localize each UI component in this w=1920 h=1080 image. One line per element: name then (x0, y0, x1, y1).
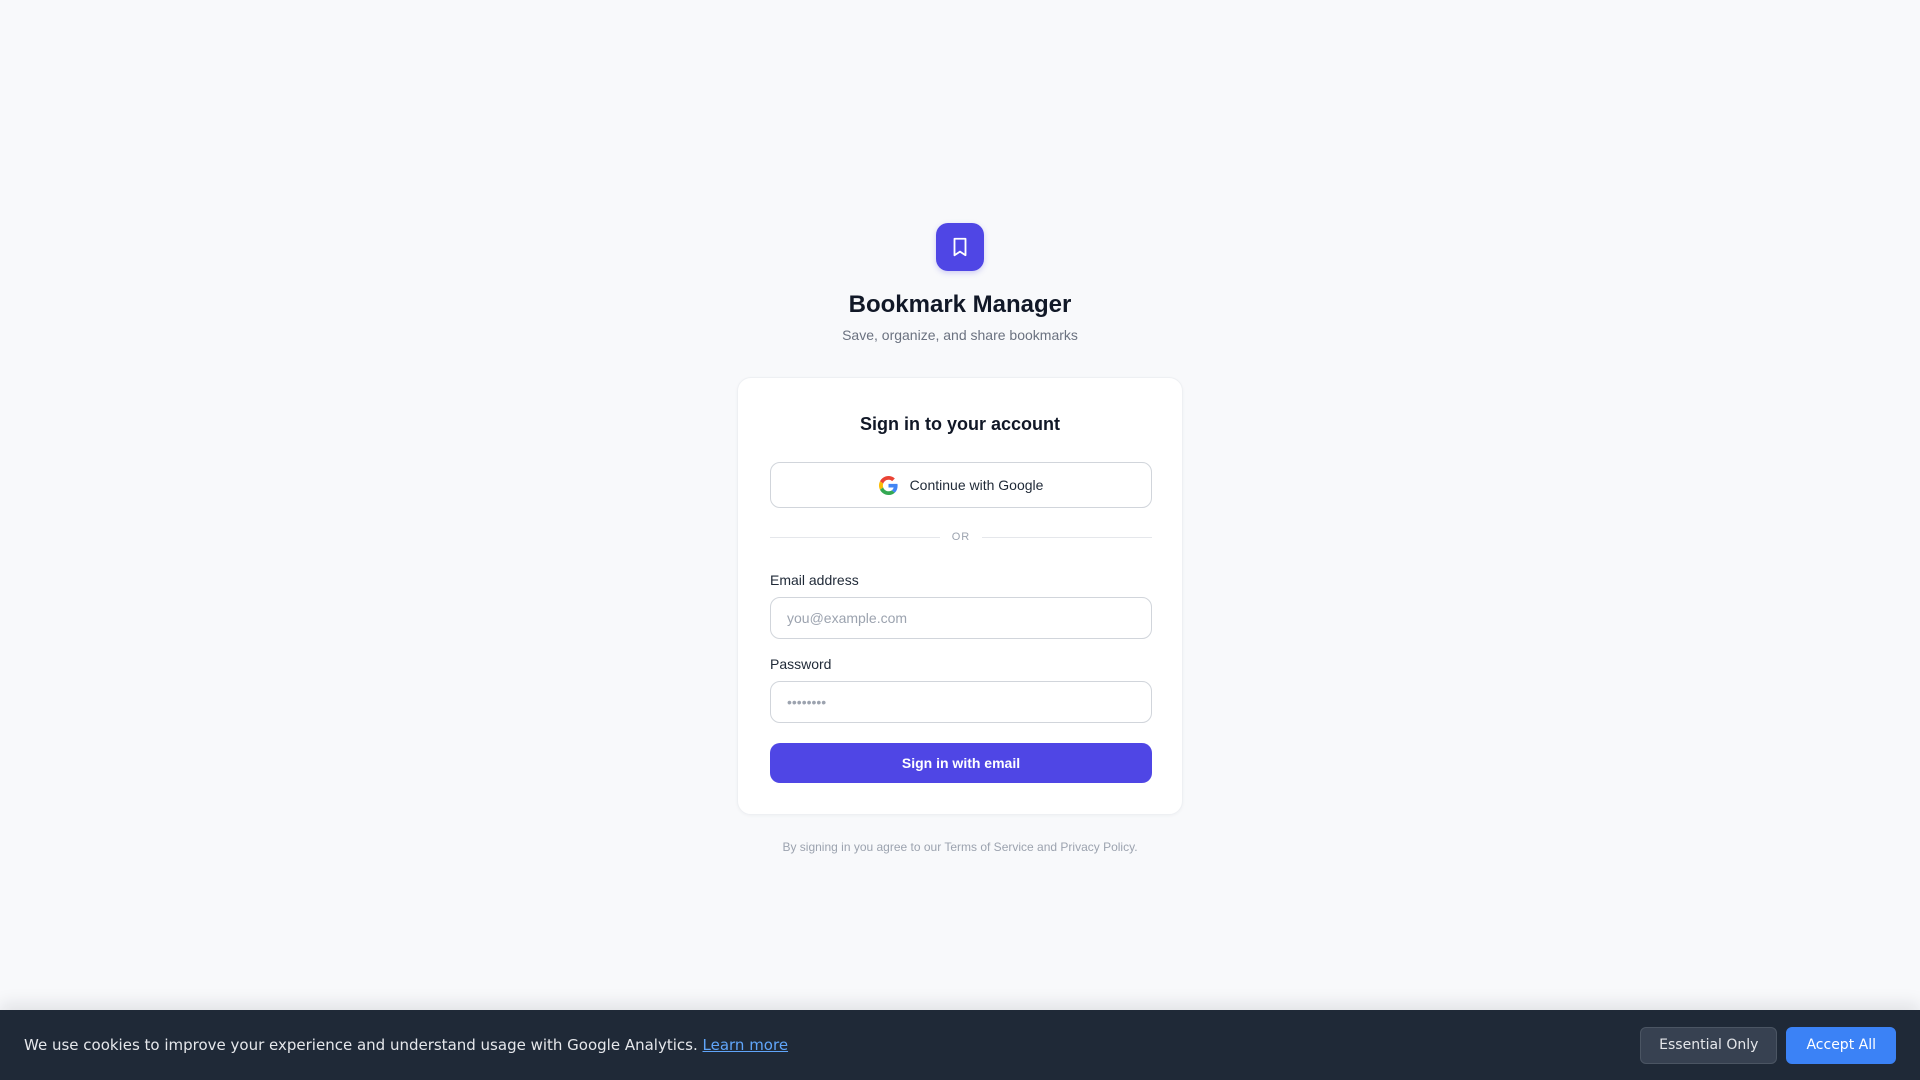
divider-line-right (982, 536, 1152, 538)
signin-card-title: Sign in to your account (859, 414, 1060, 434)
google-icon (878, 475, 898, 495)
divider-line-left (770, 536, 940, 538)
app-title: Bookmark Manager (848, 291, 1072, 318)
legal-joiner: and (1033, 840, 1061, 854)
cookie-text: We use cookies to improve your experienc… (24, 1036, 703, 1054)
google-signin-button[interactable]: Continue with Google (770, 462, 1152, 508)
cookie-learn-more-link[interactable]: Learn more (703, 1036, 789, 1054)
legal-suffix: . (1134, 840, 1138, 854)
email-field[interactable] (770, 597, 1152, 639)
app-logo (936, 223, 984, 271)
cookie-banner: We use cookies to improve your experienc… (0, 1010, 1920, 1080)
essential-only-button[interactable]: Essential Only (1640, 1026, 1778, 1064)
privacy-link[interactable]: Privacy Policy (1060, 840, 1134, 854)
terms-link[interactable]: Terms of Service (944, 840, 1033, 854)
password-field[interactable] (770, 681, 1152, 723)
email-signin-button[interactable]: Sign in with email (770, 743, 1152, 783)
divider-text: OR (951, 531, 971, 543)
password-label: Password (770, 656, 832, 672)
login-page: Bookmark Manager Save, organize, and sha… (0, 0, 1920, 1080)
bookmark-icon (953, 237, 967, 257)
legal-notice: By signing in you agree to our Terms of … (0, 840, 1920, 855)
cookie-message: We use cookies to improve your experienc… (24, 1036, 788, 1054)
app-subtitle: Save, organize, and share bookmarks (842, 327, 1078, 343)
email-label: Email address (770, 572, 859, 588)
cookie-actions: Essential Only Accept All (1640, 1026, 1896, 1064)
brand-header: Bookmark Manager Save, organize, and sha… (0, 223, 1920, 344)
accept-all-button[interactable]: Accept All (1786, 1026, 1896, 1064)
legal-prefix: By signing in you agree to our (782, 840, 945, 854)
signin-card: Sign in to your account Continue with Go… (737, 377, 1183, 815)
google-signin-label: Continue with Google (909, 477, 1044, 493)
or-divider: OR (770, 531, 1152, 543)
